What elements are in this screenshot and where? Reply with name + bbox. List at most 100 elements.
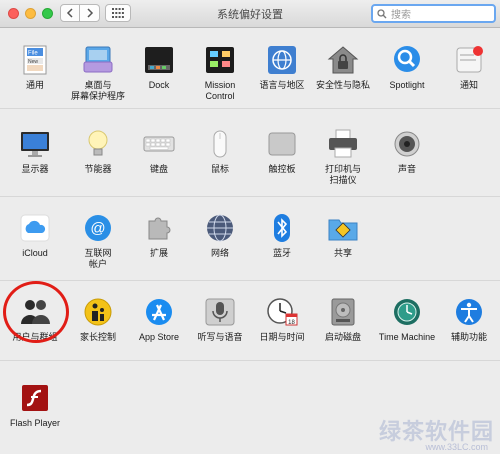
pref-label: 网络 xyxy=(210,248,229,258)
pref-flash-player[interactable]: Flash Player xyxy=(5,382,65,429)
pref-energy-saver[interactable]: 节能器 xyxy=(68,128,128,175)
pref-label: iCloud xyxy=(22,248,48,258)
pref-bluetooth[interactable]: 蓝牙 xyxy=(252,212,312,259)
pref-desktop[interactable]: 桌面与 屏幕保护程序 xyxy=(68,44,128,102)
pref-label: 扩展 xyxy=(149,248,168,258)
pref-label: 通用 xyxy=(25,80,44,90)
pref-label: 语言与地区 xyxy=(259,80,305,90)
startup-disk-icon xyxy=(326,296,360,328)
security-icon xyxy=(326,44,360,76)
sound-icon xyxy=(390,128,424,160)
parental-controls-icon xyxy=(81,296,115,328)
search-input[interactable]: 搜索 xyxy=(391,6,411,21)
section-divider xyxy=(0,108,500,109)
section-divider xyxy=(0,280,500,281)
notifications-icon xyxy=(452,44,486,76)
pref-label: App Store xyxy=(138,332,180,342)
pref-label: 打印机与 xyxy=(324,164,361,174)
pref-label-line2: Control xyxy=(205,91,235,101)
section-divider xyxy=(0,360,500,361)
svg-text:@: @ xyxy=(90,220,105,237)
pref-icloud[interactable]: iCloud xyxy=(5,212,65,259)
pref-mouse[interactable]: 鼠标 xyxy=(190,128,250,175)
dock-icon xyxy=(142,44,176,76)
app-store-icon xyxy=(142,296,176,328)
general-icon: File New xyxy=(18,44,52,76)
svg-text:18: 18 xyxy=(288,320,295,326)
pref-parental-controls[interactable]: 家长控制 xyxy=(68,296,128,343)
trackpad-icon xyxy=(265,128,299,160)
internet-accounts-icon: @ xyxy=(81,212,115,244)
desktop-icon xyxy=(81,44,115,76)
pref-printers-scanners[interactable]: 打印机与 扫描仪 xyxy=(313,128,373,186)
pref-label: Spotlight xyxy=(389,80,425,90)
pref-time-machine[interactable]: Time Machine xyxy=(377,296,437,343)
pref-dictation-speech[interactable]: 听写与语音 xyxy=(190,296,250,343)
pref-label: 声音 xyxy=(397,164,416,174)
pref-date-time[interactable]: 18 日期与时间 xyxy=(252,296,312,343)
pref-app-store[interactable]: App Store xyxy=(129,296,189,343)
accessibility-icon xyxy=(452,296,486,328)
time-machine-icon xyxy=(390,296,424,328)
extensions-icon xyxy=(142,212,176,244)
pref-mission-control[interactable]: Mission Control xyxy=(190,44,250,102)
pref-label-line2: 屏幕保护程序 xyxy=(70,91,125,101)
flash-player-icon xyxy=(18,382,52,414)
section-divider xyxy=(0,196,500,197)
sharing-icon xyxy=(326,212,360,244)
title-bar: 系统偏好设置 搜索 xyxy=(0,0,500,28)
pref-label: 蓝牙 xyxy=(272,248,291,258)
spotlight-icon xyxy=(390,44,424,76)
keyboard-icon xyxy=(142,128,176,160)
bluetooth-icon xyxy=(265,212,299,244)
svg-text:New: New xyxy=(28,59,38,65)
pref-sharing[interactable]: 共享 xyxy=(313,212,373,259)
pref-label-line2: 扫描仪 xyxy=(329,175,357,185)
pref-accessibility[interactable]: 辅助功能 xyxy=(439,296,499,343)
pref-internet-accounts[interactable]: @ 互联网 帐户 xyxy=(68,212,128,270)
pref-label: Flash Player xyxy=(9,418,61,428)
pref-label: 互联网 xyxy=(84,248,112,258)
language-region-icon xyxy=(265,44,299,76)
pref-general[interactable]: File New 通用 xyxy=(5,44,65,91)
pref-dock[interactable]: Dock xyxy=(129,44,189,91)
pref-displays[interactable]: 显示器 xyxy=(5,128,65,175)
mission-control-icon xyxy=(203,44,237,76)
pref-label: 触控板 xyxy=(268,164,296,174)
pref-security-privacy[interactable]: 安全性与隐私 xyxy=(313,44,373,91)
pref-language-region[interactable]: 语言与地区 xyxy=(252,44,312,91)
pref-sound[interactable]: 声音 xyxy=(377,128,437,175)
pref-label: 家长控制 xyxy=(79,332,116,342)
dictation-icon xyxy=(203,296,237,328)
pref-label: Mission xyxy=(204,80,236,90)
pref-spotlight[interactable]: Spotlight xyxy=(377,44,437,91)
pref-label: 显示器 xyxy=(21,164,49,174)
display-icon xyxy=(18,128,52,160)
date-time-icon: 18 xyxy=(265,296,299,328)
pref-label: 桌面与 xyxy=(84,80,112,90)
pref-label: Time Machine xyxy=(378,332,436,342)
mouse-icon xyxy=(203,128,237,160)
pref-label: 共享 xyxy=(333,248,352,258)
pref-keyboard[interactable]: 键盘 xyxy=(129,128,189,175)
pref-label: 鼠标 xyxy=(210,164,229,174)
pref-network[interactable]: 网络 xyxy=(190,212,250,259)
watermark-url: www.33LC.com xyxy=(425,442,488,452)
pref-label-line2: 帐户 xyxy=(88,259,107,269)
network-icon xyxy=(203,212,237,244)
pref-label: 启动磁盘 xyxy=(324,332,361,342)
pref-label: 听写与语音 xyxy=(197,332,243,342)
pref-trackpad[interactable]: 触控板 xyxy=(252,128,312,175)
pref-label: 辅助功能 xyxy=(450,332,487,342)
search-icon xyxy=(377,8,387,18)
icloud-icon xyxy=(18,212,52,244)
pref-extensions[interactable]: 扩展 xyxy=(129,212,189,259)
energy-saver-icon xyxy=(81,128,115,160)
search-field[interactable]: 搜索 xyxy=(371,4,496,23)
pref-notifications[interactable]: 通知 xyxy=(439,44,499,91)
pref-label: Dock xyxy=(148,80,170,90)
pref-label: 安全性与隐私 xyxy=(315,80,370,90)
pref-startup-disk[interactable]: 启动磁盘 xyxy=(313,296,373,343)
highlight-circle xyxy=(3,281,69,343)
pref-label: 节能器 xyxy=(84,164,112,174)
